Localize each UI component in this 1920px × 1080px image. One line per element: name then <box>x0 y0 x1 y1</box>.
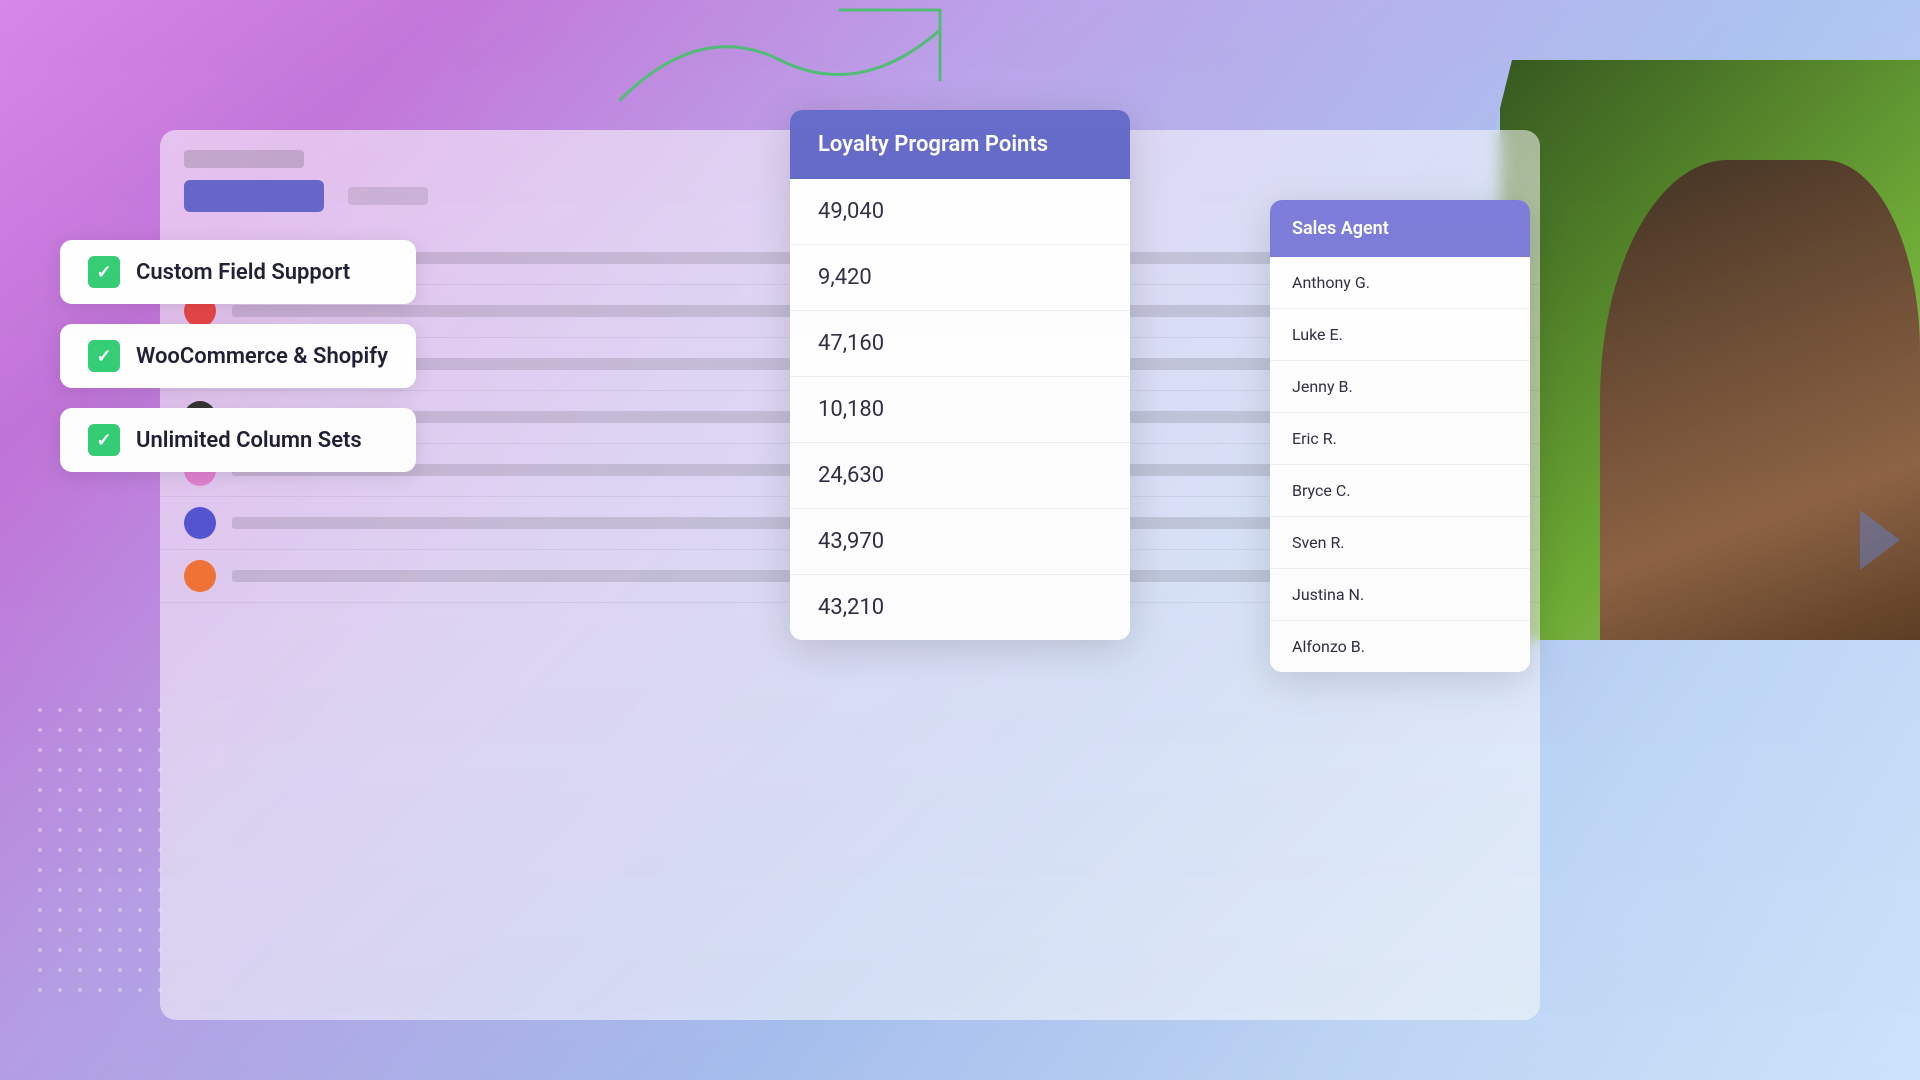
custom-field-badge: ✓ Custom Field Support <box>60 240 416 304</box>
sales-agent-column: Sales Agent Anthony G. Luke E. Jenny B. … <box>1270 200 1530 672</box>
agent-name-2: Luke E. <box>1292 325 1343 344</box>
loyalty-value-5: 24,630 <box>818 463 884 488</box>
sales-row-5: Bryce C. <box>1270 465 1530 517</box>
loyalty-row-1: 49,040 <box>790 179 1130 245</box>
sales-row-1: Anthony G. <box>1270 257 1530 309</box>
check-icon: ✓ <box>88 424 120 456</box>
sales-row-2: Luke E. <box>1270 309 1530 361</box>
woocommerce-badge: ✓ WooCommerce & Shopify <box>60 324 416 388</box>
sales-row-7: Justina N. <box>1270 569 1530 621</box>
custom-field-label: Custom Field Support <box>136 260 350 285</box>
bg-table-title-bar <box>184 150 304 168</box>
sales-header-text: Sales Agent <box>1292 218 1389 239</box>
plant-background <box>1500 60 1920 640</box>
sales-row-4: Eric R. <box>1270 413 1530 465</box>
agent-name-3: Jenny B. <box>1292 377 1353 396</box>
agent-name-7: Justina N. <box>1292 585 1364 604</box>
loyalty-value-2: 9,420 <box>818 265 872 290</box>
loyalty-value-1: 49,040 <box>818 199 884 224</box>
sales-row-8: Alfonzo B. <box>1270 621 1530 672</box>
sales-row-6: Sven R. <box>1270 517 1530 569</box>
row-avatar <box>184 507 216 539</box>
sales-header: Sales Agent <box>1270 200 1530 257</box>
loyalty-row-4: 10,180 <box>790 377 1130 443</box>
feature-badges-container: ✓ Custom Field Support ✓ WooCommerce & S… <box>60 240 416 472</box>
loyalty-row-5: 24,630 <box>790 443 1130 509</box>
woocommerce-label: WooCommerce & Shopify <box>136 344 388 369</box>
loyalty-row-3: 47,160 <box>790 311 1130 377</box>
loyalty-column: Loyalty Program Points 49,040 9,420 47,1… <box>790 110 1130 640</box>
loyalty-row-6: 43,970 <box>790 509 1130 575</box>
loyalty-row-2: 9,420 <box>790 245 1130 311</box>
right-chevron-arrow <box>1860 510 1900 570</box>
loyalty-header: Loyalty Program Points <box>790 110 1130 179</box>
loyalty-row-7: 43,210 <box>790 575 1130 640</box>
unlimited-cols-label: Unlimited Column Sets <box>136 428 362 453</box>
agent-name-4: Eric R. <box>1292 429 1337 448</box>
loyalty-value-6: 43,970 <box>818 529 884 554</box>
bg-table-button <box>184 180 324 212</box>
loyalty-header-text: Loyalty Program Points <box>818 132 1048 157</box>
loyalty-value-4: 10,180 <box>818 397 884 422</box>
agent-name-5: Bryce C. <box>1292 481 1350 500</box>
unlimited-cols-badge: ✓ Unlimited Column Sets <box>60 408 416 472</box>
loyalty-value-7: 43,210 <box>818 595 884 620</box>
loyalty-value-3: 47,160 <box>818 331 884 356</box>
agent-name-6: Sven R. <box>1292 533 1345 552</box>
row-avatar <box>184 560 216 592</box>
check-icon: ✓ <box>88 256 120 288</box>
agent-name-8: Alfonzo B. <box>1292 637 1365 656</box>
agent-name-1: Anthony G. <box>1292 273 1370 292</box>
check-icon: ✓ <box>88 340 120 372</box>
sales-row-3: Jenny B. <box>1270 361 1530 413</box>
bg-table-link <box>348 187 428 205</box>
